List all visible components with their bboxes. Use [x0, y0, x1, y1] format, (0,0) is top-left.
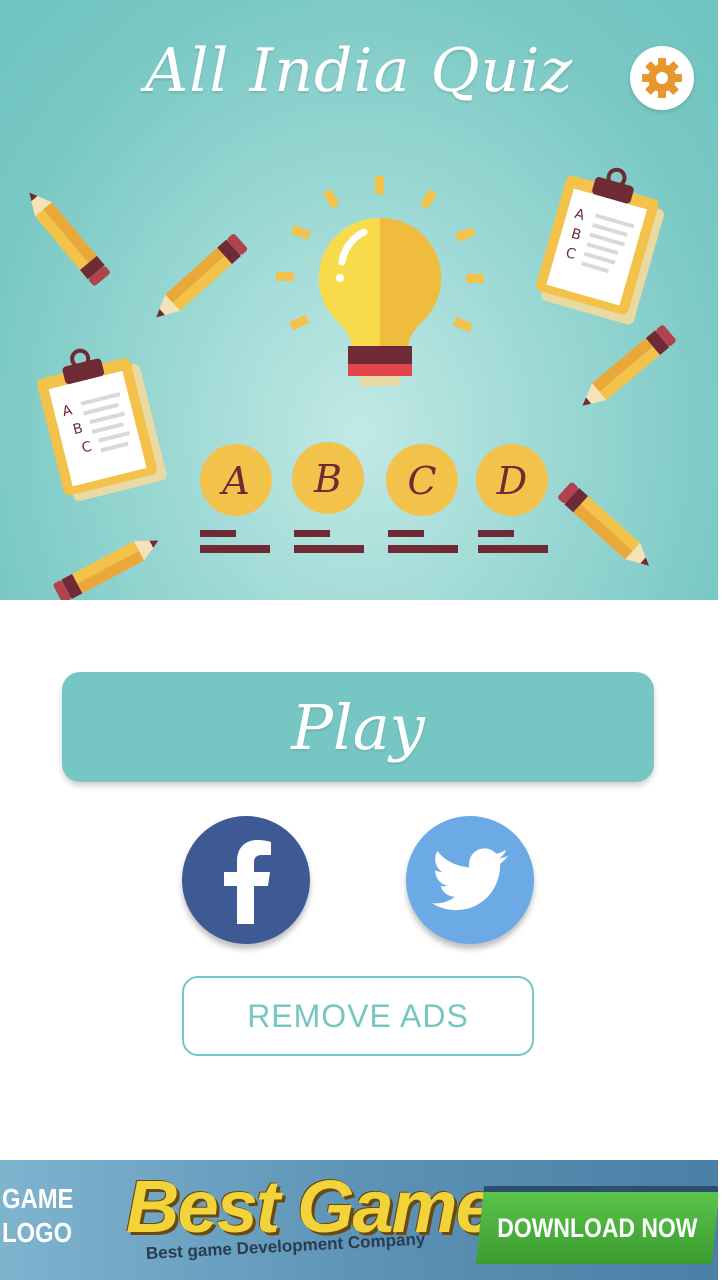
ad-download-label: DOWNLOAD NOW	[497, 1212, 698, 1243]
remove-ads-label: REMOVE ADS	[247, 997, 469, 1034]
play-label: Play	[291, 690, 425, 764]
option-d-letter: D	[496, 459, 527, 503]
ad-download-button[interactable]: DOWNLOAD NOW	[475, 1186, 718, 1264]
facebook-icon	[224, 840, 271, 924]
option-c-letter: C	[407, 459, 436, 503]
twitter-button[interactable]	[406, 816, 534, 944]
gear-icon	[642, 58, 682, 98]
light-bulb-icon	[318, 217, 442, 386]
ad-logo-line2: LOGO	[2, 1217, 73, 1248]
play-button[interactable]: Play	[62, 672, 654, 782]
clipboard-right-icon: A B C	[536, 167, 664, 325]
option-a-letter: A	[219, 459, 249, 503]
remove-ads-button[interactable]: REMOVE ADS	[182, 976, 534, 1056]
option-b-letter: B	[313, 457, 342, 501]
facebook-button[interactable]	[182, 816, 310, 944]
twitter-icon	[432, 848, 508, 911]
app-title: All India Quiz	[144, 36, 574, 106]
clipboard-left-icon: A B C	[37, 348, 167, 501]
settings-button[interactable]	[630, 46, 694, 110]
hero-banner: A B C D A B C A B C All India Quiz	[0, 0, 718, 600]
ad-banner[interactable]: GAME LOGO Best Game Best game Developmen…	[0, 1160, 718, 1280]
ad-logo-line1: GAME	[2, 1183, 74, 1214]
ad-game-logo: GAME LOGO	[2, 1182, 79, 1250]
answer-options: A B C D	[200, 442, 548, 553]
